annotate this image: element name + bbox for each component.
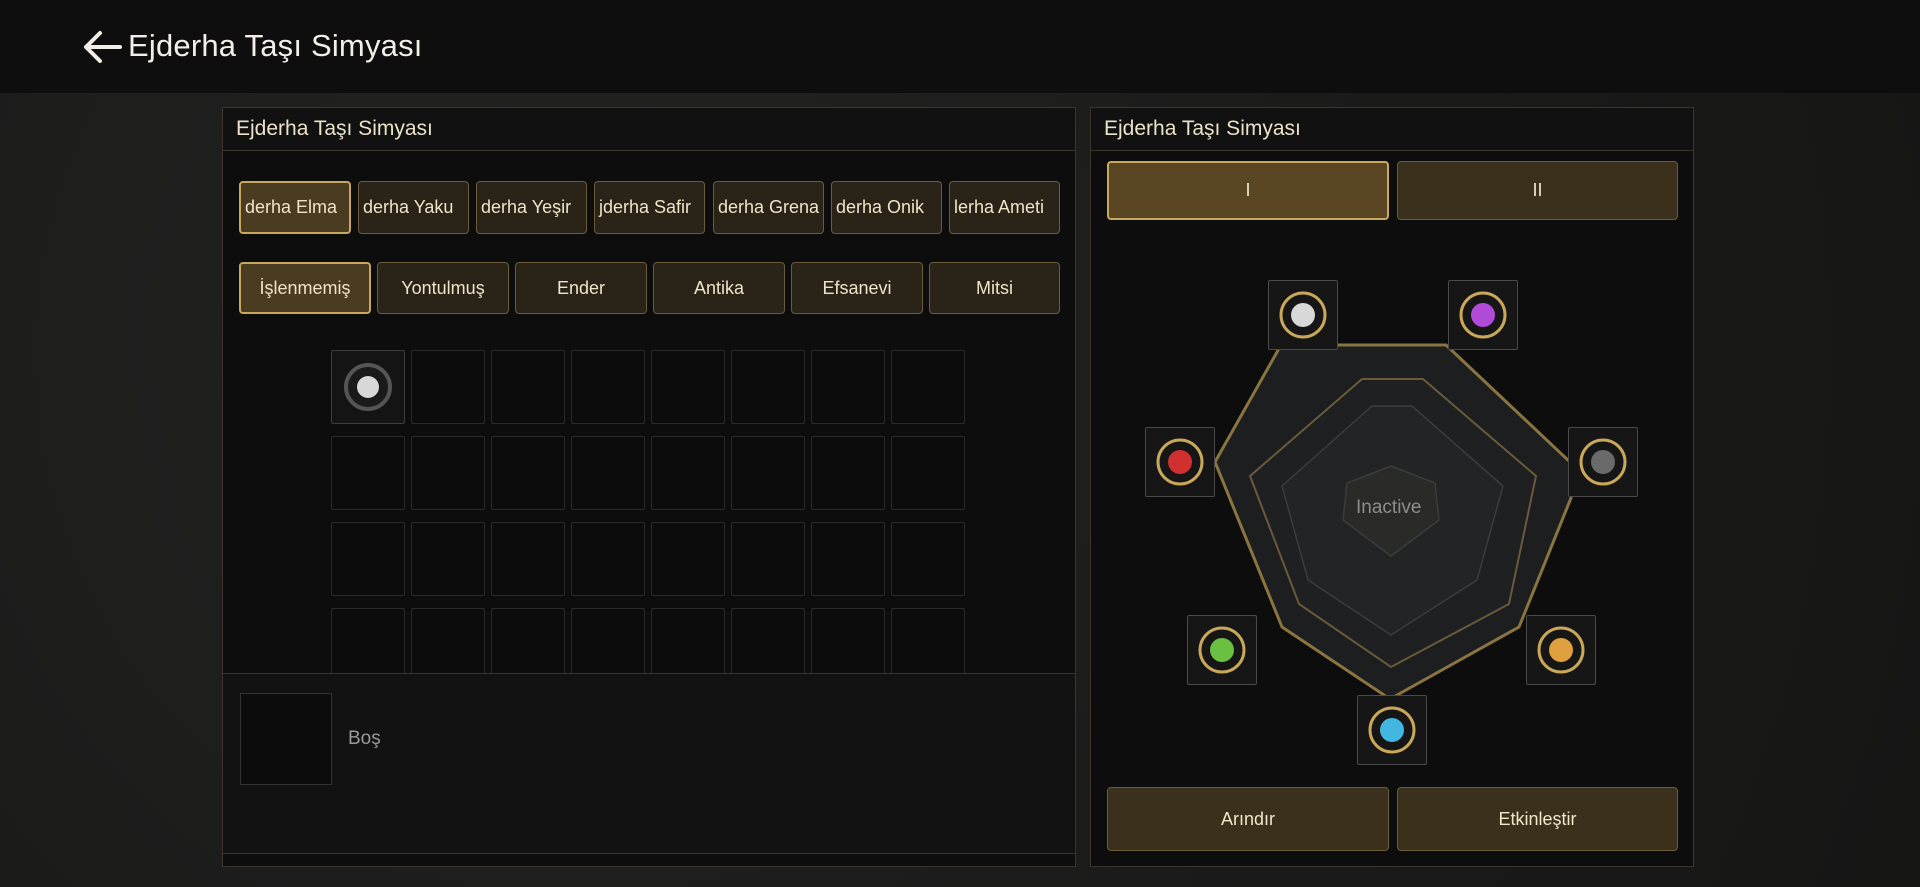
selected-item-detail: Boş xyxy=(222,673,1076,854)
panel-title: Ejderha Taşı Simyası xyxy=(236,117,433,140)
tab-stone-elmas[interactable]: derha Elma xyxy=(239,181,351,234)
inventory-slot[interactable] xyxy=(491,436,565,510)
tab-label: lerha Ameti xyxy=(954,197,1045,217)
inventory-slot[interactable] xyxy=(491,522,565,596)
inventory-slot[interactable] xyxy=(731,436,805,510)
tab-label: derha Yaku xyxy=(363,197,454,217)
tab-grade-efsanevi[interactable]: Efsanevi xyxy=(791,262,923,314)
black-stone-icon xyxy=(1579,438,1627,486)
selected-item-label: Boş xyxy=(348,728,381,749)
tab-grade-islenmemis[interactable]: İşlenmemiş xyxy=(239,262,371,314)
orange-stone-socket[interactable] xyxy=(1526,615,1596,685)
purple-stone-icon xyxy=(1459,291,1507,339)
white-dragon-stone-icon xyxy=(344,363,392,411)
inventory-slot[interactable] xyxy=(411,522,485,596)
white-stone-socket[interactable] xyxy=(1268,280,1338,350)
inventory-slot[interactable] xyxy=(811,350,885,424)
inventory-slot[interactable] xyxy=(811,608,885,680)
tab-stone-ametist[interactable]: lerha Ameti xyxy=(949,181,1060,234)
tab-stone-oniks[interactable]: derha Onik xyxy=(831,181,942,234)
green-stone-icon xyxy=(1198,626,1246,674)
red-stone-icon xyxy=(1156,438,1204,486)
inventory-slot[interactable] xyxy=(651,436,725,510)
inventory-slot[interactable] xyxy=(331,350,405,424)
tab-stone-safir[interactable]: jderha Safir xyxy=(594,181,705,234)
inventory-slot[interactable] xyxy=(891,350,965,424)
panel-header: Ejderha Taşı Simyası xyxy=(1091,108,1693,151)
inventory-slot[interactable] xyxy=(811,436,885,510)
tab-label: jderha Safir xyxy=(599,197,692,217)
tab-grade-ender[interactable]: Ender xyxy=(515,262,647,314)
inventory-slot[interactable] xyxy=(891,608,965,680)
inventory-slot[interactable] xyxy=(571,436,645,510)
inventory-slot[interactable] xyxy=(811,522,885,596)
purple-stone-socket[interactable] xyxy=(1448,280,1518,350)
blue-stone-socket[interactable] xyxy=(1357,695,1427,765)
blue-stone-icon xyxy=(1368,706,1416,754)
back-arrow-icon[interactable] xyxy=(82,30,122,64)
inventory-slot[interactable] xyxy=(731,608,805,680)
green-stone-socket[interactable] xyxy=(1187,615,1257,685)
inventory-slot[interactable] xyxy=(571,608,645,680)
tab-grade-antika[interactable]: Antika xyxy=(653,262,785,314)
inventory-slot[interactable] xyxy=(411,350,485,424)
tab-label: derha Grena xyxy=(718,197,820,217)
tab-label: derha Onik xyxy=(836,197,925,217)
inventory-slot[interactable] xyxy=(651,350,725,424)
tab-page-1[interactable]: I xyxy=(1107,161,1389,220)
inventory-slot[interactable] xyxy=(331,522,405,596)
tab-grade-mitsi[interactable]: Mitsi xyxy=(929,262,1060,314)
panel-title: Ejderha Taşı Simyası xyxy=(1104,117,1301,140)
tab-page-2[interactable]: II xyxy=(1397,161,1678,220)
white-stone-icon xyxy=(1279,291,1327,339)
orange-stone-icon xyxy=(1537,626,1585,674)
top-bar: Ejderha Taşı Simyası xyxy=(0,0,1920,93)
black-stone-socket[interactable] xyxy=(1568,427,1638,497)
inventory-slot[interactable] xyxy=(491,350,565,424)
inventory-slot[interactable] xyxy=(731,350,805,424)
inventory-slot[interactable] xyxy=(331,608,405,680)
inventory-slot[interactable] xyxy=(411,436,485,510)
page-title: Ejderha Taşı Simyası xyxy=(128,28,423,63)
inventory-slot[interactable] xyxy=(891,436,965,510)
red-stone-socket[interactable] xyxy=(1145,427,1215,497)
inventory-slot[interactable] xyxy=(491,608,565,680)
center-status-label: Inactive xyxy=(1356,497,1422,518)
tab-stone-grena[interactable]: derha Grena xyxy=(713,181,824,234)
selected-item-slot[interactable] xyxy=(240,693,332,785)
inventory-slot[interactable] xyxy=(411,608,485,680)
panel-header: Ejderha Taşı Simyası xyxy=(223,108,1075,151)
inventory-slot[interactable] xyxy=(651,608,725,680)
tab-grade-yontulmus[interactable]: Yontulmuş xyxy=(377,262,509,314)
inventory-slot[interactable] xyxy=(331,436,405,510)
tab-label: derha Yeşir xyxy=(481,197,572,217)
activate-button[interactable]: Etkinleştir xyxy=(1397,787,1678,851)
tab-stone-yesim[interactable]: derha Yeşir xyxy=(476,181,587,234)
inventory-slot[interactable] xyxy=(891,522,965,596)
purify-button[interactable]: Arındır xyxy=(1107,787,1389,851)
tab-label: derha Elma xyxy=(245,197,338,217)
inventory-slot[interactable] xyxy=(571,522,645,596)
inventory-slot[interactable] xyxy=(651,522,725,596)
tab-stone-yakut[interactable]: derha Yaku xyxy=(358,181,469,234)
inventory-slot[interactable] xyxy=(571,350,645,424)
inventory-slot[interactable] xyxy=(731,522,805,596)
